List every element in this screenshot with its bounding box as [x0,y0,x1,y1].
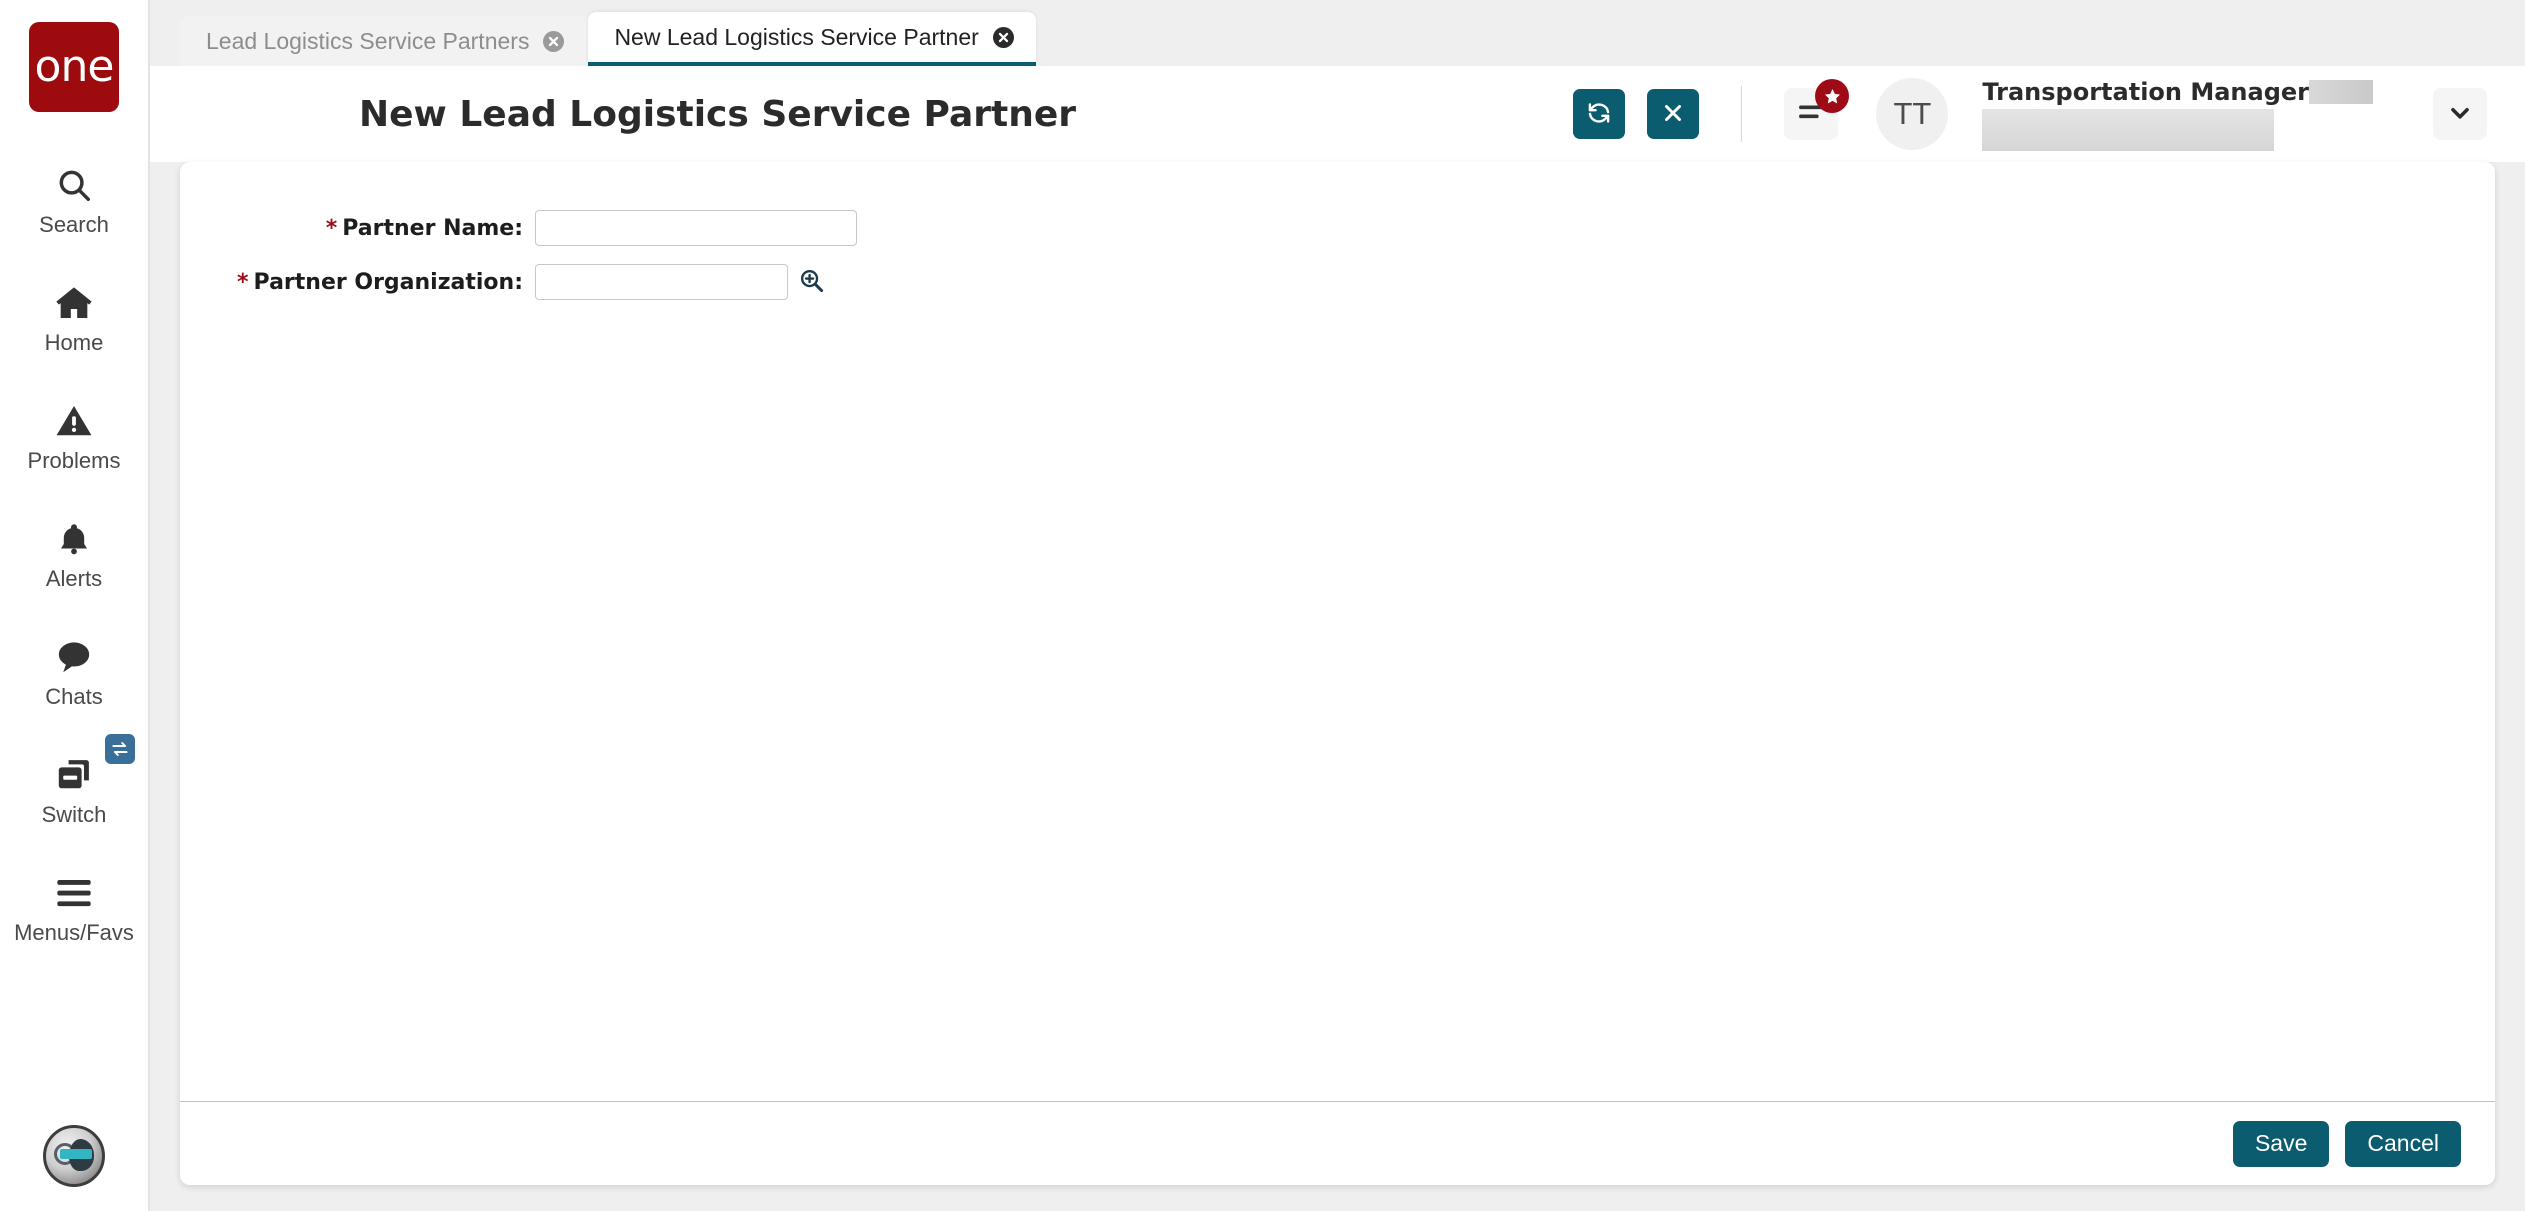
one-network-logo[interactable]: one [29,22,119,112]
partner-name-input[interactable] [535,210,857,246]
partner-name-label-text: Partner Name: [342,215,523,241]
save-button[interactable]: Save [2232,1120,2330,1167]
user-menu-dropdown-button[interactable] [2433,88,2487,140]
cancel-button[interactable]: Cancel [2345,1120,2461,1167]
search-plus-icon [798,267,825,297]
form-row-partner-name: * Partner Name: [180,210,2495,246]
main-region: Lead Logistics Service Partners New Lead… [150,0,2525,1211]
partner-organization-label: * Partner Organization: [180,270,535,295]
header-divider [1741,86,1743,142]
sidebar-item-switch[interactable]: Switch [0,730,148,848]
user-detail-redacted [1982,108,2275,151]
robot-assistant-icon[interactable] [43,1125,105,1187]
tab-lead-logistics-service-partners[interactable]: Lead Logistics Service Partners [180,16,587,66]
close-circle-icon[interactable] [992,26,1014,48]
page-header-bar: New Lead Logistics Service Partner TT Tr… [150,66,2525,162]
page-title: New Lead Logistics Service Partner [359,93,1077,135]
sidebar-item-label: Home [44,329,104,355]
user-name-redacted [2309,79,2373,104]
required-marker: * [325,215,338,241]
sidebar-item-menus-favs[interactable]: Menus/Favs [0,848,148,966]
sidebar-item-label: Menus/Favs [14,919,134,945]
chevron-down-icon [2447,100,2473,129]
user-info-block[interactable]: Transportation Manager [1982,78,2373,151]
avatar[interactable]: TT [1876,78,1949,150]
close-x-icon [1661,101,1685,128]
close-circle-icon[interactable] [543,30,565,52]
rail-item-list: Search Home Problems Alerts Chats Switch… [0,140,148,966]
context-menu-button[interactable] [1784,79,1850,140]
sidebar-item-alerts[interactable]: Alerts [0,494,148,612]
content-area: *Partner Name: *Partner Organization: [150,162,2525,1211]
sidebar-item-label: Chats [45,683,103,709]
sidebar-item-label: Switch [41,801,107,827]
switch-cards-icon [52,753,96,797]
home-icon [52,281,96,325]
bell-icon [52,517,96,561]
close-page-button[interactable] [1647,89,1700,139]
refresh-button[interactable] [1573,89,1626,139]
user-role-line: Transportation Manager [1982,78,2373,106]
tab-new-lead-logistics-service-partner[interactable]: New Lead Logistics Service Partner [588,12,1036,66]
form-row-partner-organization: * Partner Organization: [180,264,2495,300]
search-icon [52,163,96,207]
refresh-icon [1586,100,1612,129]
sidebar-item-label: Problems [27,447,121,473]
required-marker: * [237,269,249,295]
sidebar-item-home[interactable]: Home [0,258,148,376]
sidebar-item-search[interactable]: Search [0,140,148,258]
switch-exchange-badge-icon[interactable] [105,734,135,764]
sidebar-item-label: Search [39,211,109,237]
sidebar-item-chats[interactable]: Chats [0,612,148,730]
application-window: one Search Home Problems Alerts Chats Sw… [0,0,2525,1211]
tab-label: New Lead Logistics Service Partner [614,23,979,50]
partner-organization-input[interactable] [535,264,788,300]
hamburger-menu-icon [52,871,96,915]
user-role-label: Transportation Manager [1982,77,2309,106]
form-footer: Save Cancel [180,1101,2495,1185]
star-icon [1815,79,1850,113]
partner-name-label: * Partner Name: [180,216,535,241]
form-card: *Partner Name: *Partner Organization: [180,162,2495,1185]
sidebar-item-problems[interactable]: Problems [0,376,148,494]
partner-organization-label-text: Partner Organization: [253,269,523,295]
warning-triangle-icon [52,399,96,443]
partner-organization-lookup-button[interactable] [798,267,825,297]
logo-label: one [34,41,115,92]
chat-bubble-icon [52,635,96,679]
robot-head-graphic [54,1135,94,1177]
tab-label: Lead Logistics Service Partners [206,27,530,54]
sidebar-item-label: Alerts [45,565,103,591]
partner-form: * Partner Name: * Partner Organization: [180,162,2495,1101]
tab-strip: Lead Logistics Service Partners New Lead… [150,0,2525,66]
left-navigation-rail: one Search Home Problems Alerts Chats Sw… [0,0,150,1211]
